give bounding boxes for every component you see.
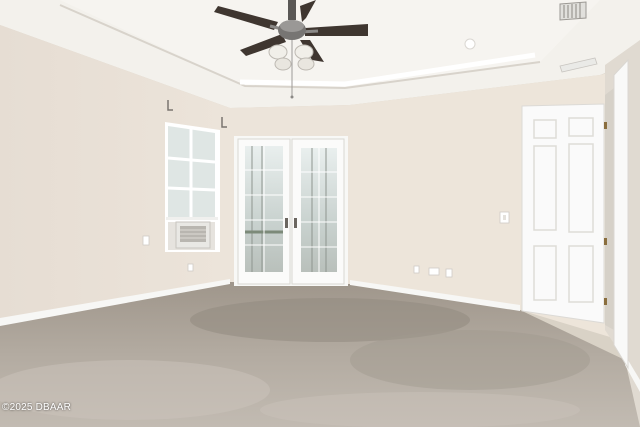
power-outlet-icon [428,267,440,276]
power-outlet-icon [187,263,194,272]
light-switch-icon [499,211,510,224]
power-outlet-icon [142,235,150,246]
carpet-light [260,392,580,427]
room-photo: ©2025 DBAAR [0,0,640,427]
power-outlet-icon [413,265,420,274]
room-illustration [0,0,640,427]
french-doors [234,136,348,286]
copyright-watermark: ©2025 DBAAR [2,402,72,413]
interior-door [521,103,605,324]
air-conditioner [175,221,211,249]
power-outlet-icon [445,268,453,278]
open-door [613,58,629,370]
smoke-detector [464,38,476,50]
door-hinge [604,122,607,129]
door-hinge [604,298,607,305]
door-hinge [604,238,607,245]
carpet-shadow [350,330,590,390]
air-vent-icon [559,1,587,21]
